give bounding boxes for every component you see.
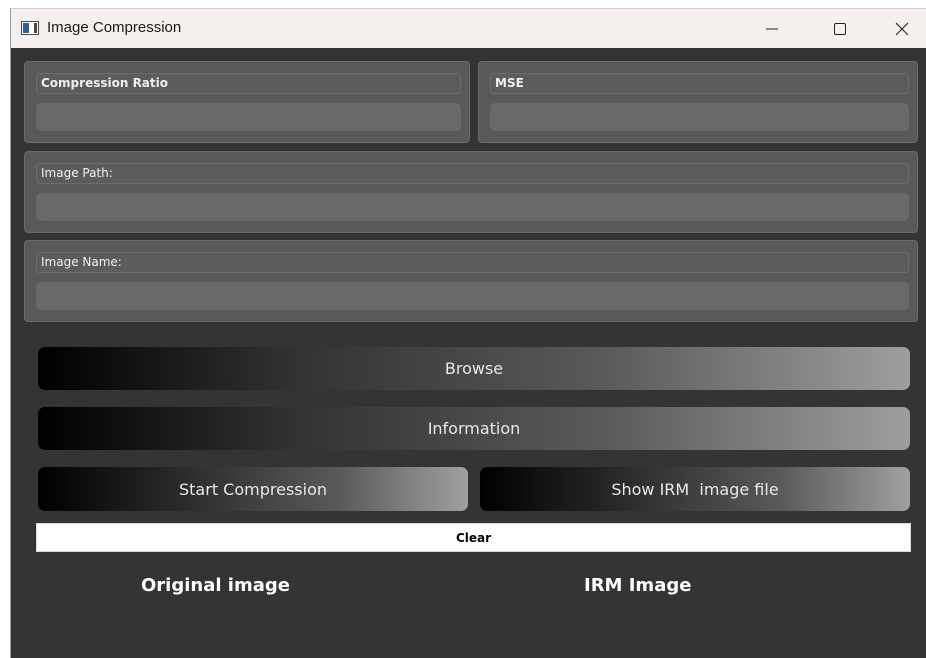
- image-name-field[interactable]: [36, 282, 909, 310]
- image-name-group: Image Name:: [24, 240, 918, 322]
- show-irm-image-button[interactable]: Show IRM image file: [480, 467, 910, 511]
- title-bar[interactable]: Image Compression: [11, 9, 926, 48]
- app-window-icon: [21, 21, 39, 35]
- compression-ratio-label: Compression Ratio: [36, 73, 461, 94]
- information-button[interactable]: Information: [38, 407, 910, 450]
- image-path-field-wrap: [36, 193, 909, 221]
- close-button[interactable]: [879, 9, 925, 48]
- minimize-icon: [766, 28, 778, 29]
- original-image-label: Original image: [141, 575, 290, 596]
- compression-ratio-field-wrap: [36, 103, 461, 131]
- image-name-label: Image Name:: [36, 252, 909, 273]
- image-path-field[interactable]: [36, 193, 909, 221]
- close-icon: [895, 22, 909, 35]
- clear-button[interactable]: Clear: [36, 523, 911, 552]
- image-name-field-wrap: [36, 282, 909, 310]
- mse-group: MSE: [478, 61, 918, 143]
- image-path-group: Image Path:: [24, 151, 918, 233]
- compression-ratio-field[interactable]: [36, 103, 461, 131]
- browse-button[interactable]: Browse: [38, 347, 910, 390]
- compression-ratio-group: Compression Ratio: [24, 61, 470, 143]
- window-title: Image Compression: [47, 19, 182, 36]
- irm-image-label: IRM Image: [584, 575, 692, 596]
- maximize-icon: [834, 22, 846, 35]
- start-compression-button[interactable]: Start Compression: [38, 467, 468, 511]
- mse-field[interactable]: [490, 103, 909, 131]
- app-window: Image Compression Compression Ratio MSE: [10, 8, 926, 658]
- image-path-label: Image Path:: [36, 163, 909, 184]
- mse-label: MSE: [490, 73, 909, 94]
- maximize-button[interactable]: [817, 9, 863, 48]
- mse-field-wrap: [490, 103, 909, 131]
- minimize-button[interactable]: [749, 9, 795, 48]
